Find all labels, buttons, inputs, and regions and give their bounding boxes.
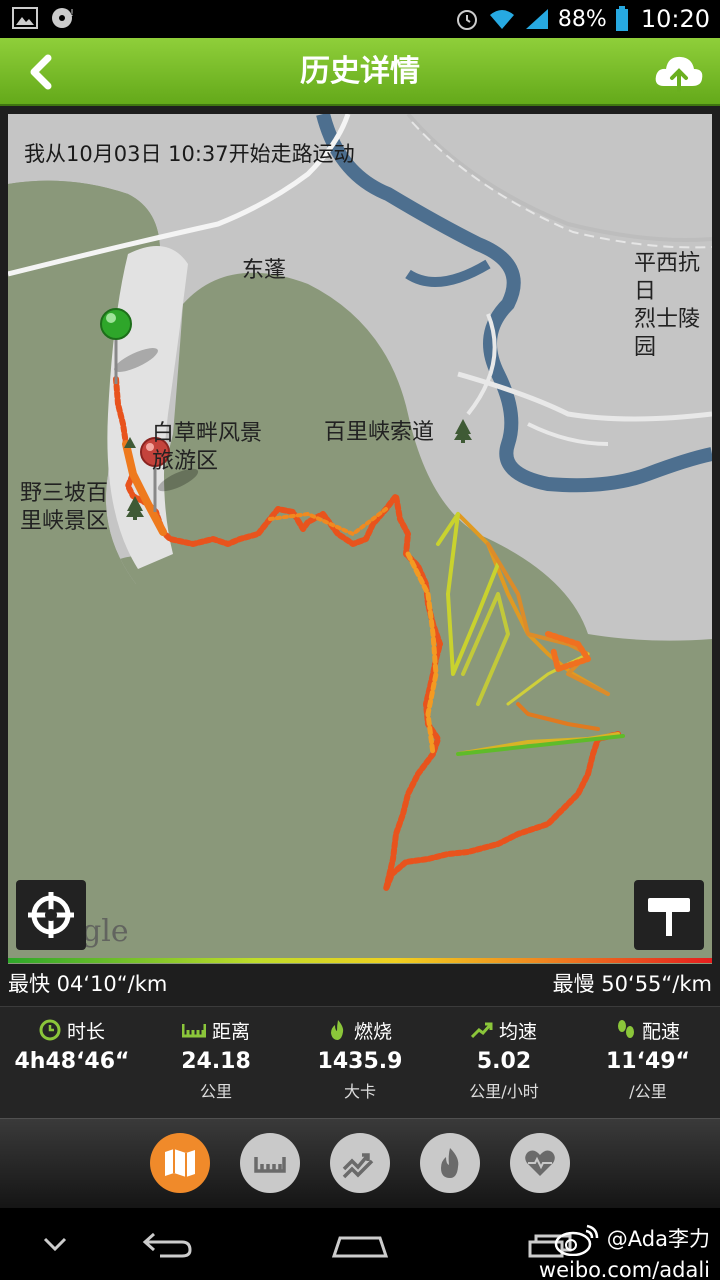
cloud-upload-button[interactable]	[652, 46, 706, 98]
tab-distance[interactable]	[240, 1133, 300, 1193]
clock-time: 10:20	[640, 5, 710, 33]
stats-panel: 时长 4h48‘46“ 距离 24.18 公里 燃烧 1435.9 大卡 均速 …	[0, 1006, 720, 1118]
heart-icon	[525, 1150, 555, 1176]
status-bar: ! 88% 10:20	[0, 0, 720, 38]
wifi-icon	[489, 10, 514, 29]
map-label-baicao-line2: 旅游区	[152, 449, 219, 474]
map-label-dongpeng: 东蓬	[242, 258, 287, 283]
speed-gradient-bar	[8, 958, 712, 963]
alarm-icon	[456, 10, 477, 30]
footsteps-icon	[617, 1020, 634, 1038]
stat-avg-speed-value: 5.02	[476, 1049, 532, 1074]
map-view[interactable]: 我从10月03日 10:37开始走路运动 东蓬 平西抗日 烈士陵园 百里峡索道 …	[8, 114, 712, 964]
weibo-watermark: @Ada李力 weibo.com/adali	[539, 1222, 710, 1280]
flame-tab-icon	[441, 1148, 459, 1178]
map-label-suodao: 百里峡索道	[324, 420, 435, 445]
stat-avg-speed-unit: 公里/小时	[469, 1082, 539, 1101]
hide-keyboard-button[interactable]	[40, 1232, 70, 1256]
crosshair-icon	[28, 892, 74, 938]
stat-pace: 配速 11‘49“ /公里	[576, 1007, 720, 1102]
clock-icon	[39, 1019, 61, 1041]
tab-map[interactable]	[150, 1133, 210, 1193]
weibo-icon	[554, 1224, 599, 1256]
signal-icon	[525, 9, 548, 29]
map-frame: 我从10月03日 10:37开始走路运动 东蓬 平西抗日 烈士陵园 百里峡索道 …	[0, 106, 720, 1006]
stat-duration-label: 时长	[66, 1020, 105, 1043]
tab-speed[interactable]	[330, 1133, 390, 1193]
stat-calories: 燃烧 1435.9 大卡	[288, 1007, 432, 1102]
map-label-yesanpo-line2: 里峡景区	[20, 509, 109, 534]
stat-avg-speed-label: 均速	[498, 1020, 537, 1043]
fastest-pace: 最快 04‘10“/km	[8, 972, 168, 996]
map-label-yesanpo-line1: 野三坡百	[20, 481, 109, 506]
stat-calories-value: 1435.9	[317, 1049, 403, 1074]
tab-calories[interactable]	[420, 1133, 480, 1193]
signpost-button[interactable]	[634, 880, 704, 950]
flame-icon	[330, 1020, 344, 1040]
stat-distance-unit: 公里	[199, 1082, 232, 1101]
stat-calories-label: 燃烧	[353, 1020, 392, 1043]
map-label-pingxi: 平西抗日 烈士陵园	[634, 250, 712, 362]
signpost-icon	[648, 898, 690, 936]
home-nav-button[interactable]	[330, 1230, 390, 1260]
watermark-url: weibo.com/adali	[538, 1258, 710, 1280]
stat-pace-value: 11‘49“	[605, 1049, 691, 1074]
map-label-yesanpo: 野三坡百 里峡景区	[20, 480, 108, 536]
back-nav-button[interactable]	[140, 1228, 196, 1260]
map-label-pingxi-line1: 平西抗日	[634, 251, 701, 304]
svg-text:!: !	[70, 8, 74, 19]
speed-chart-icon	[342, 1153, 374, 1179]
back-button[interactable]	[14, 46, 70, 98]
stat-distance: 距离 24.18 公里	[144, 1007, 288, 1102]
map-icon	[165, 1149, 195, 1177]
stat-duration-value: 4h48‘46“	[14, 1049, 130, 1074]
map-label-baicao-line1: 白草畔风景	[152, 421, 263, 446]
ruler-icon	[181, 1024, 206, 1038]
watermark-user: @Ada李力	[606, 1227, 710, 1251]
ruler-tab-icon	[254, 1157, 286, 1173]
bottom-tab-bar	[0, 1118, 720, 1208]
slowest-pace: 最慢 50‘55“/km	[552, 972, 712, 996]
map-label-pingxi-line2: 烈士陵园	[634, 307, 701, 360]
stat-calories-unit: 大卡	[343, 1082, 376, 1101]
locate-button[interactable]	[16, 880, 86, 950]
app-header: 历史详情	[0, 38, 720, 106]
battery-icon	[615, 6, 628, 31]
trend-icon	[470, 1022, 493, 1039]
map-canvas	[8, 114, 712, 892]
disk-notification-icon: !	[52, 8, 74, 28]
stat-pace-unit: /公里	[629, 1082, 667, 1101]
start-time-text: 我从10月03日 10:37开始走路运动	[24, 142, 355, 166]
map-label-baicao: 白草畔风景 旅游区	[152, 420, 262, 476]
stat-avg-speed: 均速 5.02 公里/小时	[432, 1007, 576, 1102]
stat-distance-label: 距离	[211, 1020, 250, 1043]
stat-distance-value: 24.18	[181, 1049, 251, 1074]
stat-pace-label: 配速	[641, 1020, 680, 1043]
gallery-notification-icon	[12, 7, 38, 29]
battery-percent: 88%	[557, 6, 607, 32]
page-title: 历史详情	[300, 54, 420, 89]
tab-heart-rate[interactable]	[510, 1133, 570, 1193]
stat-duration: 时长 4h48‘46“	[0, 1007, 144, 1078]
